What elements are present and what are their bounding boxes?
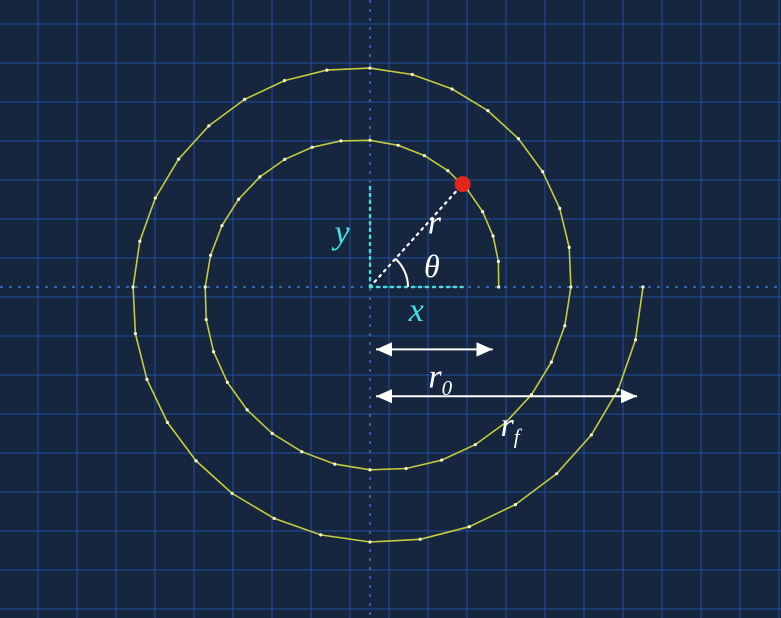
label-r0: r0 [428,358,452,399]
spiral-diagram: y x rθ r0 rf [0,0,781,618]
label-r: r [428,205,442,242]
sample-point-marker [455,176,471,192]
grid [0,0,781,618]
axes-dashed [0,0,781,618]
label-x: x [408,292,424,329]
polar-guides [370,184,463,287]
label-rf: rf [501,407,523,448]
label-y: y [331,215,350,252]
label-theta: θ [424,248,440,284]
spiral-curve [133,68,643,542]
